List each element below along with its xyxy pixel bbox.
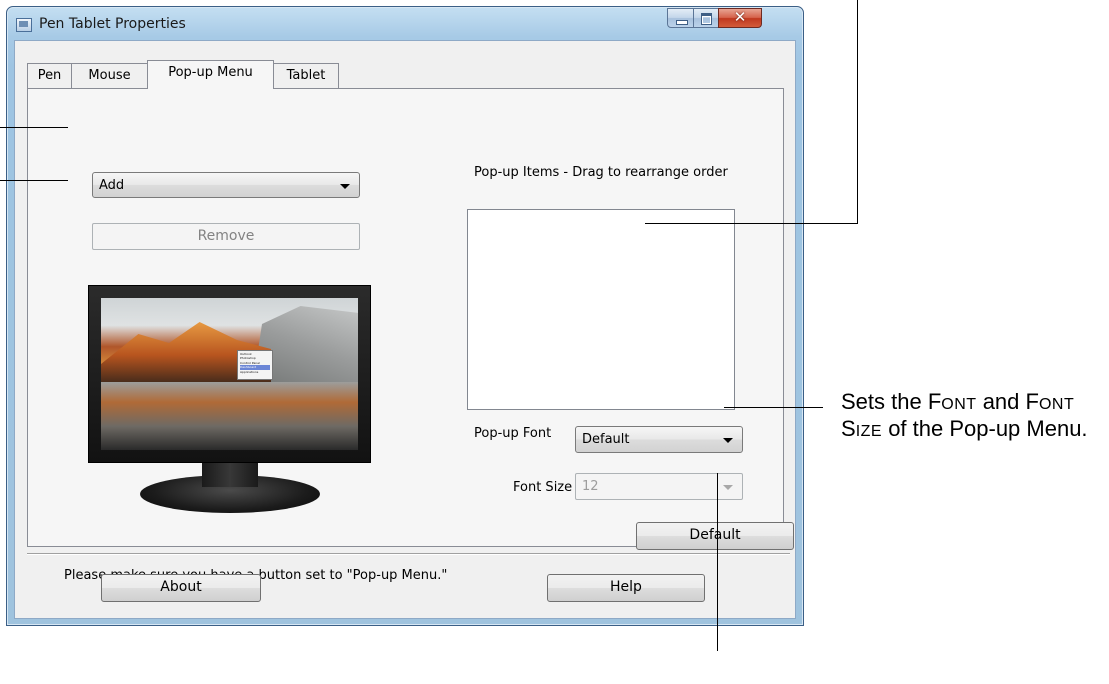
window-title: Pen Tablet Properties [39,16,186,32]
preview-popup-menu: Outlook Photoshop Control Panel Dashboar… [237,350,273,380]
close-button[interactable]: ✕ [718,8,762,28]
callout-text: Sets the [841,389,928,414]
maximize-button[interactable] [693,8,719,28]
preview-menu-item: Applications [240,369,259,374]
chevron-down-icon [723,485,733,490]
callout-text: S [841,416,856,441]
title-bar[interactable]: Pen Tablet Properties ✕ [7,7,803,41]
callout-text: IZE [855,423,883,440]
callout-text: F [1025,389,1039,414]
callout-text: and [976,389,1026,414]
callout-text: F [927,389,942,414]
callout-line-add-dropdown [0,127,68,128]
action-dropdown-value: Add [99,178,125,193]
dialog-client-area: Pen Mouse Pop-up Menu Tablet Add Remove [14,40,796,619]
chevron-down-icon [723,438,733,443]
callout-text: of the Pop-up Menu. [882,416,1088,441]
monitor-screen-wallpaper: Outlook Photoshop Control Panel Dashboar… [101,298,358,450]
maximize-icon [701,13,712,25]
popup-menu-tab-panel: Add Remove Outlook Photoshop Control Pan… [27,88,794,583]
close-icon: ✕ [733,8,747,26]
popup-items-list[interactable] [467,209,735,410]
wallpaper-lake-reflection [101,382,358,450]
callout-line-list-horizontal [645,223,858,224]
default-button[interactable]: Default [636,522,794,550]
chevron-down-icon [340,184,350,189]
callout-line-list-vertical [857,0,858,224]
callout-text: ONT [1038,396,1075,413]
font-size-value: 12 [582,479,599,494]
callout-line-default-button [717,473,718,651]
monitor-illustration: Outlook Photoshop Control Panel Dashboar… [88,285,373,520]
app-icon [16,18,32,32]
tab-popup-menu[interactable]: Pop-up Menu [147,60,274,89]
minimize-icon [676,20,688,25]
popup-font-value: Default [582,432,630,447]
pen-tablet-properties-window: Pen Tablet Properties ✕ Pen Mouse Pop-up… [6,6,804,626]
help-button[interactable]: Help [547,574,705,602]
font-size-label: Font Size [513,480,573,495]
popup-font-dropdown[interactable]: Default [575,426,743,453]
about-button[interactable]: About [101,574,261,602]
monitor-bezel: Outlook Photoshop Control Panel Dashboar… [88,285,371,463]
tab-tablet[interactable]: Tablet [273,63,339,88]
popup-font-label: Pop-up Font [474,426,552,441]
tab-mouse[interactable]: Mouse [71,63,148,88]
action-dropdown[interactable]: Add [92,172,360,198]
remove-button[interactable]: Remove [92,223,360,250]
callout-text: ONT [941,396,977,413]
callout-line-remove-button [0,180,68,181]
minimize-button[interactable] [667,8,694,28]
footer-separator [27,553,790,555]
callout-line-font-settings [724,407,823,408]
popup-items-label: Pop-up Items - Drag to rearrange order [474,165,728,180]
callout-font-settings-description: Sets the FONT and FONT SIZE of the Pop-u… [841,390,1109,444]
monitor-stand-neck [202,463,258,487]
tab-pen[interactable]: Pen [27,63,72,88]
